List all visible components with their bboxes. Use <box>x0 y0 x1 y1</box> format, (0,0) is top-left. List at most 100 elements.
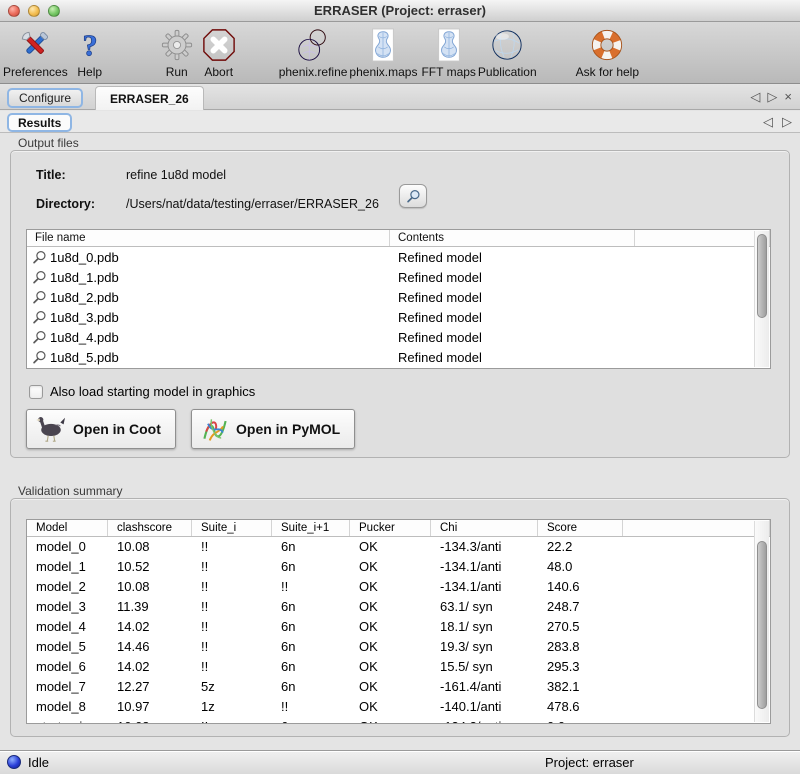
validation-summary-group-label: Validation summary <box>18 484 122 498</box>
validation-cell: model_4 <box>27 617 108 637</box>
validation-cell: 5z <box>192 677 272 697</box>
validation-cell: !! <box>272 577 350 597</box>
validation-summary-group: ModelclashscoreSuite_iSuite_i+1PuckerChi… <box>10 498 790 737</box>
validation-column-header[interactable]: Score <box>538 520 623 536</box>
validation-row[interactable]: model_712.275z6nOK-161.4/anti382.1 <box>27 677 770 697</box>
validation-cell: -134.3/anti <box>431 717 538 724</box>
file-table-scrollbar[interactable] <box>754 231 769 367</box>
file-row[interactable]: 1u8d_2.pdbRefined model <box>27 287 770 307</box>
validation-cell: model_6 <box>27 657 108 677</box>
file-row[interactable]: 1u8d_0.pdbRefined model <box>27 247 770 267</box>
file-contents: Refined model <box>398 330 482 345</box>
status-indicator-icon <box>7 755 21 769</box>
directory-field-label: Directory: <box>36 197 95 211</box>
validation-table-scroll-thumb[interactable] <box>757 541 767 709</box>
validation-row[interactable]: model_514.46!!6nOK19.3/ syn283.8 <box>27 637 770 657</box>
file-row[interactable]: 1u8d_5.pdbRefined model <box>27 347 770 367</box>
validation-cell: 11.39 <box>108 597 192 617</box>
toolbar-button-label: phenix.maps <box>349 65 417 79</box>
validation-row[interactable]: model_010.08!!6nOK-134.3/anti22.2 <box>27 537 770 557</box>
validation-row[interactable]: model_810.971z!!OK-140.1/anti478.6 <box>27 697 770 717</box>
map-mesh-icon <box>365 26 401 64</box>
file-row[interactable]: 1u8d_1.pdbRefined model <box>27 267 770 287</box>
toolbar-button-help[interactable]: ? Help <box>72 26 108 79</box>
subtab-scroll-right-icon[interactable]: ▷ <box>782 114 792 130</box>
tab-results[interactable]: Results <box>7 113 72 132</box>
validation-column-header[interactable]: clashscore <box>108 520 192 536</box>
file-table-scroll-thumb[interactable] <box>757 234 767 318</box>
tab-erraser-26[interactable]: ERRASER_26 <box>95 86 204 110</box>
output-files-group: Title: refine 1u8d model Directory: /Use… <box>10 150 790 458</box>
zoom-window-icon[interactable] <box>48 5 60 17</box>
validation-cell: 248.7 <box>538 597 623 617</box>
validation-row[interactable]: model_614.02!!6nOK15.5/ syn295.3 <box>27 657 770 677</box>
validation-row[interactable]: model_210.08!!!!OK-134.1/anti140.6 <box>27 577 770 597</box>
toolbar-button-publication[interactable]: Publication <box>478 26 537 79</box>
output-file-table: File name Contents 1u8d_0.pdbRefined mod… <box>26 229 771 369</box>
validation-column-header[interactable]: Model <box>27 520 108 536</box>
magnifier-icon <box>32 290 48 305</box>
validation-column-header[interactable]: Chi <box>431 520 538 536</box>
toolbar-button-phenix-maps[interactable]: phenix.maps <box>349 26 417 79</box>
browse-directory-button[interactable] <box>399 184 427 208</box>
toolbar-button-preferences[interactable]: Preferences <box>3 26 68 79</box>
toolbar-button-phenix-refine[interactable]: phenix.refine <box>279 26 348 79</box>
magnifier-icon <box>32 270 48 285</box>
file-name: 1u8d_4.pdb <box>50 330 390 345</box>
validation-row[interactable]: model_311.39!!6nOK63.1/ syn248.7 <box>27 597 770 617</box>
validation-column-header[interactable]: Suite_i+1 <box>272 520 350 536</box>
file-contents: Refined model <box>398 270 482 285</box>
window-title: ERRASER (Project: erraser) <box>314 3 486 18</box>
validation-cell: 295.3 <box>538 657 623 677</box>
load-starting-model-label: Also load starting model in graphics <box>50 384 255 399</box>
minimize-window-icon[interactable] <box>28 5 40 17</box>
toolbar-button-label: Abort <box>204 65 233 79</box>
file-row[interactable]: 1u8d_6.pdbRefined model <box>27 367 770 369</box>
output-files-group-label: Output files <box>18 136 79 150</box>
validation-cell: !! <box>192 557 272 577</box>
validation-column-header[interactable]: Pucker <box>350 520 431 536</box>
toolbar-button-label: Help <box>77 65 102 79</box>
validation-cell: 15.5/ syn <box>431 657 538 677</box>
toolbar-button-fft-maps[interactable]: FFT maps <box>421 26 475 79</box>
validation-cell: 10.97 <box>108 697 192 717</box>
validation-cell: 270.5 <box>538 617 623 637</box>
validation-row[interactable]: start_min10.08!!6nOK-134.3/anti0.0 <box>27 717 770 724</box>
file-name-column-header[interactable]: File name <box>27 230 390 246</box>
validation-cell: OK <box>350 637 431 657</box>
lifering-icon <box>589 26 625 64</box>
toolbar-button-run[interactable]: Run <box>159 26 195 79</box>
magnifier-icon <box>406 189 421 204</box>
tab-scroll-right-icon[interactable]: ▷ <box>767 89 777 105</box>
contents-column-header[interactable]: Contents <box>390 230 635 246</box>
tab-close-icon[interactable]: × <box>784 89 792 105</box>
file-contents: Refined model <box>398 290 482 305</box>
validation-cell: 14.02 <box>108 657 192 677</box>
validation-cell: !! <box>192 537 272 557</box>
empty-column-header <box>635 230 770 246</box>
validation-cell: -140.1/anti <box>431 697 538 717</box>
open-in-coot-button[interactable]: Open in Coot <box>26 409 176 449</box>
toolbar-button-ask-for-help[interactable]: Ask for help <box>576 26 639 79</box>
file-contents: Refined model <box>398 350 482 365</box>
tab-scroll-left-icon[interactable]: ◁ <box>750 89 760 105</box>
validation-cell: 1z <box>192 697 272 717</box>
validation-column-header[interactable]: Suite_i <box>192 520 272 536</box>
validation-cell: 478.6 <box>538 697 623 717</box>
magnifier-icon <box>32 250 48 265</box>
tab-configure[interactable]: Configure <box>7 88 83 108</box>
validation-table-scrollbar[interactable] <box>754 521 769 722</box>
validation-cell: 0.0 <box>538 717 623 724</box>
validation-cell: 6n <box>272 717 350 724</box>
validation-cell: OK <box>350 717 431 724</box>
validation-row[interactable]: model_110.52!!6nOK-134.1/anti48.0 <box>27 557 770 577</box>
file-name: 1u8d_3.pdb <box>50 310 390 325</box>
file-row[interactable]: 1u8d_4.pdb Refined model <box>27 327 770 347</box>
toolbar-button-abort[interactable]: Abort <box>201 26 237 79</box>
close-window-icon[interactable] <box>8 5 20 17</box>
load-starting-model-checkbox[interactable] <box>29 385 43 399</box>
file-row[interactable]: 1u8d_3.pdbRefined model <box>27 307 770 327</box>
subtab-scroll-left-icon[interactable]: ◁ <box>763 114 773 130</box>
open-in-pymol-button[interactable]: Open in PyMOL <box>191 409 355 449</box>
validation-row[interactable]: model_414.02!!6nOK18.1/ syn270.5 <box>27 617 770 637</box>
